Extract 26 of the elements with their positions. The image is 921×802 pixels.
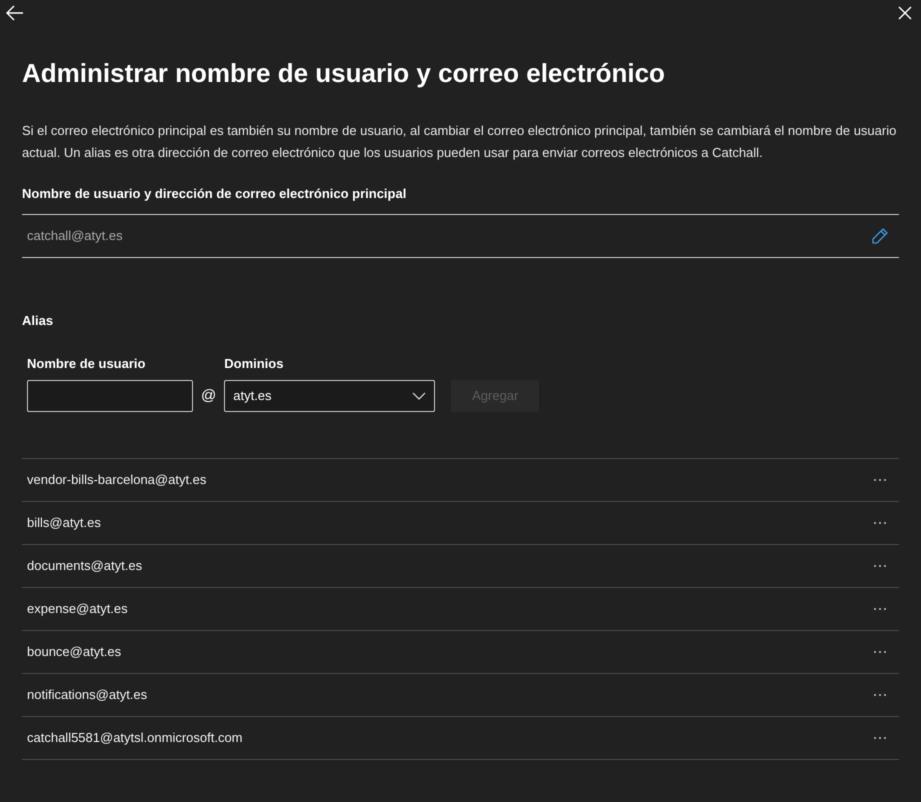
description-text: Si el correo electrónico principal es también su nombre de usuario, al cambiar el correo electrónico principal, también se cambiará el nombre de usuario actual. Un alias es otra dirección de correo electrónico que los usuarios pueden usar para enviar correos electrónicos a Catchall. <box>22 122 898 162</box>
more-icon[interactable] <box>873 736 887 740</box>
edit-icon[interactable] <box>871 226 889 244</box>
field-label: Dominios <box>224 355 284 373</box>
alias-email: documents@atyt.es <box>27 556 142 575</box>
more-icon[interactable] <box>873 520 887 524</box>
section-label: Nombre de usuario y dirección de correo electrónico principal <box>22 185 406 203</box>
more-icon[interactable] <box>873 478 887 482</box>
alias-email: bills@atyt.es <box>27 514 101 532</box>
chevron-down-icon <box>412 392 426 400</box>
more-icon[interactable] <box>873 606 887 610</box>
alias-email: vendor-bills-barcelona@atyt.es <box>27 470 206 489</box>
alias-email: catchall5581@atytsl.onmicrosoft.com <box>27 728 243 747</box>
section-heading: Alias <box>22 312 54 330</box>
field-label: Nombre de usuario <box>27 355 146 373</box>
page-title: Administrar nombre de usuario y correo electrónico <box>22 57 665 90</box>
more-icon[interactable] <box>873 650 887 654</box>
alias-email: bounce@atyt.es <box>27 642 122 661</box>
domain-dropdown[interactable]: atyt.es <box>224 380 436 412</box>
username-field[interactable] <box>27 380 193 412</box>
at-sign: @ <box>201 386 216 406</box>
more-icon[interactable] <box>873 564 887 568</box>
more-icon[interactable] <box>873 692 887 696</box>
alias-email: expense@atyt.es <box>27 600 128 618</box>
primary-email: catchall@atyt.es <box>27 226 123 245</box>
alias-email: notifications@atyt.es <box>27 686 148 704</box>
